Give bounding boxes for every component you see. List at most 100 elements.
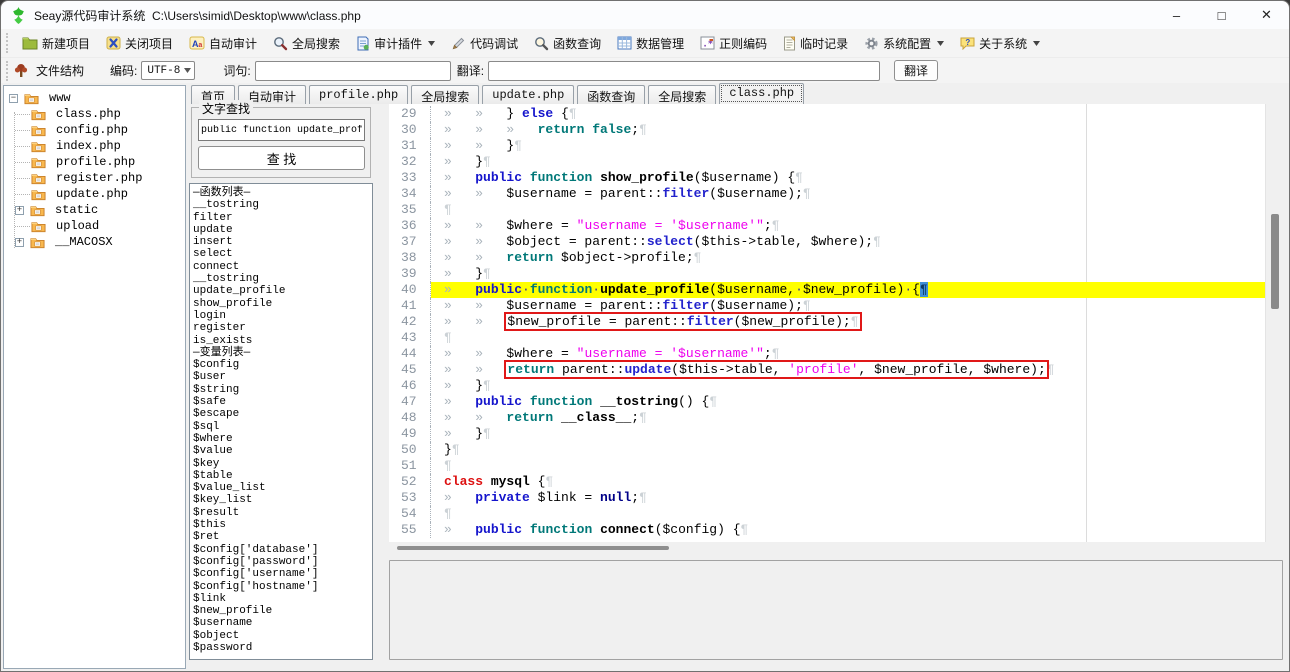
variable-list-item[interactable]: $escape <box>193 408 372 420</box>
code-line-45[interactable]: 45» » return parent::update($this->table… <box>389 362 1285 378</box>
code-line-text[interactable]: » }¶ <box>431 154 1285 170</box>
code-line-53[interactable]: 53» private $link = null;¶ <box>389 490 1285 506</box>
translate-button[interactable]: 翻译 <box>894 60 938 81</box>
variable-list-item[interactable]: $config['database'] <box>193 544 372 556</box>
code-line-text[interactable]: » » return $object->profile;¶ <box>431 250 1285 266</box>
code-line-31[interactable]: 31» » }¶ <box>389 138 1285 154</box>
tree-item-__MACOSX[interactable]: +__MACOSX <box>4 234 185 250</box>
variable-list-item[interactable]: $config <box>193 359 372 371</box>
code-line-37[interactable]: 37» » $object = parent::select($this->ta… <box>389 234 1285 250</box>
code-line-44[interactable]: 44» » $where = "username = '$username'";… <box>389 346 1285 362</box>
variable-list-item[interactable]: $key <box>193 458 372 470</box>
variable-list-item[interactable]: $object <box>193 630 372 642</box>
code-line-text[interactable]: ¶ <box>431 330 1285 346</box>
variable-list-item[interactable]: $table <box>193 470 372 482</box>
code-line-text[interactable]: » » $new_profile = parent::filter($new_p… <box>431 314 1285 330</box>
code-line-text[interactable]: ¶ <box>431 202 1285 218</box>
tree-expander[interactable]: + <box>15 206 24 215</box>
tab-全局搜索[interactable]: 全局搜索 <box>648 85 716 104</box>
function-list-item[interactable]: is_exists <box>193 335 372 347</box>
maximize-button[interactable]: □ <box>1199 1 1244 29</box>
tab-函数查询[interactable]: 函数查询 <box>577 85 645 104</box>
function-list-item[interactable]: insert <box>193 236 372 248</box>
code-line-52[interactable]: 52class mysql {¶ <box>389 474 1285 490</box>
toolbar-button-system-config[interactable]: 系统配置 <box>856 31 952 56</box>
code-line-35[interactable]: 35¶ <box>389 202 1285 218</box>
variable-list-item[interactable]: $value_list <box>193 482 372 494</box>
code-line-text[interactable]: » public function connect($config) {¶ <box>431 522 1285 538</box>
variable-list-item[interactable]: $username <box>193 617 372 629</box>
code-line-text[interactable]: » » » return false;¶ <box>431 122 1285 138</box>
code-line-38[interactable]: 38» » return $object->profile;¶ <box>389 250 1285 266</box>
code-line-text[interactable]: » » $where = "username = '$username'";¶ <box>431 346 1285 362</box>
toolbar-button-audit-plugin[interactable]: 审计插件 <box>348 31 443 56</box>
variable-list-item[interactable]: $value <box>193 445 372 457</box>
close-button[interactable]: ✕ <box>1244 1 1289 29</box>
variable-list-item[interactable]: $safe <box>193 396 372 408</box>
function-list-header[interactable]: —函数列表— <box>193 187 372 199</box>
function-list-item[interactable]: update <box>193 224 372 236</box>
variable-list-item[interactable]: $link <box>193 593 372 605</box>
variable-list-item[interactable]: $user <box>193 371 372 383</box>
variable-list-item[interactable]: $this <box>193 519 372 531</box>
code-line-50[interactable]: 50}¶ <box>389 442 1285 458</box>
code-line-47[interactable]: 47» public function __tostring() {¶ <box>389 394 1285 410</box>
tree-item-class.php[interactable]: class.php <box>4 106 185 122</box>
code-line-41[interactable]: 41» » $username = parent::filter($userna… <box>389 298 1285 314</box>
editor-vertical-scrollbar[interactable] <box>1265 104 1285 542</box>
code-line-text[interactable]: » public·function·update_profile($userna… <box>431 282 1285 298</box>
code-line-text[interactable]: ¶ <box>431 506 1285 522</box>
tree-item-upload[interactable]: upload <box>4 218 185 234</box>
variable-list-item[interactable]: $string <box>193 384 372 396</box>
variable-list-item[interactable]: $password <box>193 642 372 654</box>
code-line-text[interactable]: » }¶ <box>431 266 1285 282</box>
tree-item-profile.php[interactable]: profile.php <box>4 154 185 170</box>
code-line-43[interactable]: 43¶ <box>389 330 1285 346</box>
toolbar-button-close-project[interactable]: 关闭项目 <box>98 31 181 56</box>
code-editor[interactable]: 29» » } else {¶30» » » return false;¶31»… <box>389 104 1285 542</box>
code-line-48[interactable]: 48» » return __class__;¶ <box>389 410 1285 426</box>
code-line-54[interactable]: 54¶ <box>389 506 1285 522</box>
code-line-39[interactable]: 39» }¶ <box>389 266 1285 282</box>
chevron-down-icon[interactable] <box>937 41 944 46</box>
tree-expander[interactable]: − <box>9 94 18 103</box>
function-list-item[interactable]: show_profile <box>193 298 372 310</box>
code-line-32[interactable]: 32» }¶ <box>389 154 1285 170</box>
translate-input[interactable] <box>488 61 880 81</box>
code-line-text[interactable]: » private $link = null;¶ <box>431 490 1285 506</box>
function-list-item[interactable]: login <box>193 310 372 322</box>
code-line-text[interactable]: » » $username = parent::filter($username… <box>431 298 1285 314</box>
tab-profile.php[interactable]: profile.php <box>309 85 408 104</box>
code-line-text[interactable]: » » $object = parent::select($this->tabl… <box>431 234 1285 250</box>
tab-class.php[interactable]: class.php <box>719 83 804 104</box>
code-line-text[interactable]: ¶ <box>431 458 1285 474</box>
function-list-item[interactable]: update_profile <box>193 285 372 297</box>
minimize-button[interactable]: – <box>1154 1 1199 29</box>
toolbar-button-function-query[interactable]: 函数查询 <box>526 31 609 56</box>
code-line-text[interactable]: » » $where = "username = '$username'";¶ <box>431 218 1285 234</box>
tree-item-register.php[interactable]: register.php <box>4 170 185 186</box>
variable-list-item[interactable]: $config['username'] <box>193 568 372 580</box>
code-line-49[interactable]: 49» }¶ <box>389 426 1285 442</box>
code-line-33[interactable]: 33» public function show_profile($userna… <box>389 170 1285 186</box>
tree-expander[interactable]: + <box>15 238 24 247</box>
toolbar-button-data-manage[interactable]: 数据管理 <box>609 31 692 56</box>
find-text-input[interactable] <box>198 119 365 141</box>
code-line-text[interactable]: » » }¶ <box>431 138 1285 154</box>
variable-list-item[interactable]: $result <box>193 507 372 519</box>
code-line-text[interactable]: » public function __tostring() {¶ <box>431 394 1285 410</box>
code-line-55[interactable]: 55» public function connect($config) {¶ <box>389 522 1285 538</box>
variable-list-item[interactable]: $ret <box>193 531 372 543</box>
variable-list-item[interactable]: $key_list <box>193 494 372 506</box>
code-line-46[interactable]: 46» }¶ <box>389 378 1285 394</box>
tree-item-config.php[interactable]: config.php <box>4 122 185 138</box>
toolbar-button-temp-note[interactable]: 临时记录 <box>775 31 856 56</box>
variable-list-item[interactable]: $new_profile <box>193 605 372 617</box>
code-line-30[interactable]: 30» » » return false;¶ <box>389 122 1285 138</box>
tree-item-static[interactable]: +static <box>4 202 185 218</box>
code-line-40[interactable]: 40» public·function·update_profile($user… <box>389 282 1285 298</box>
variable-list-header[interactable]: —变量列表— <box>193 347 372 359</box>
toolbar-button-regex-encode[interactable]: .*正则编码 <box>692 31 775 56</box>
variable-list-item[interactable]: $sql <box>193 421 372 433</box>
toolbar-button-global-search[interactable]: 全局搜索 <box>265 31 348 56</box>
